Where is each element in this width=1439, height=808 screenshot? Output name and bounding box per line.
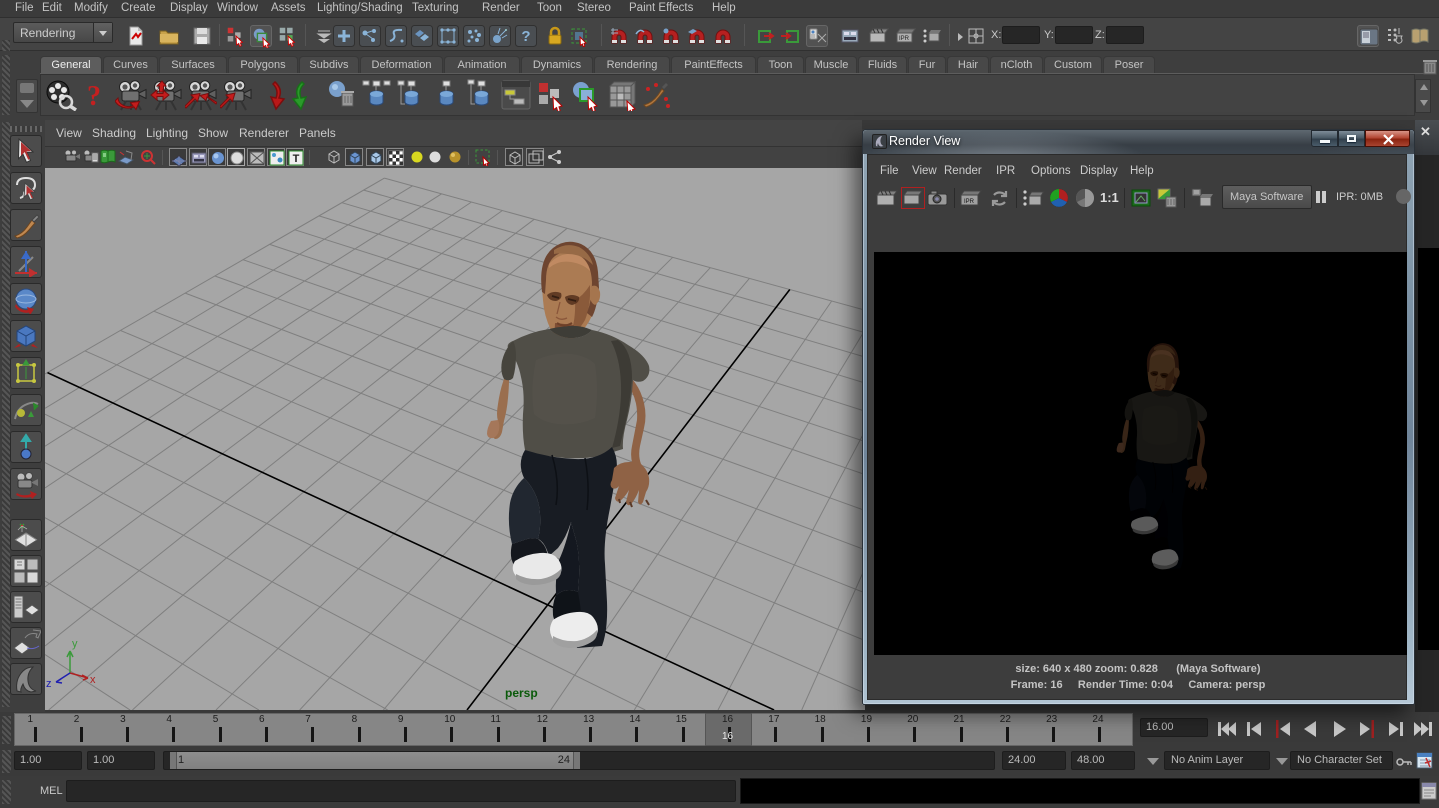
svg-text:?: ? xyxy=(521,28,530,45)
svg-text:z: z xyxy=(46,678,52,690)
svg-text:IPR: IPR xyxy=(964,199,975,205)
svg-text:y: y xyxy=(72,638,78,650)
svg-text:persp: persp xyxy=(505,686,538,700)
svg-text:?: ? xyxy=(87,81,101,111)
svg-text:T: T xyxy=(293,153,300,165)
svg-text:x: x xyxy=(90,674,96,686)
svg-text:IPR: IPR xyxy=(899,36,910,42)
